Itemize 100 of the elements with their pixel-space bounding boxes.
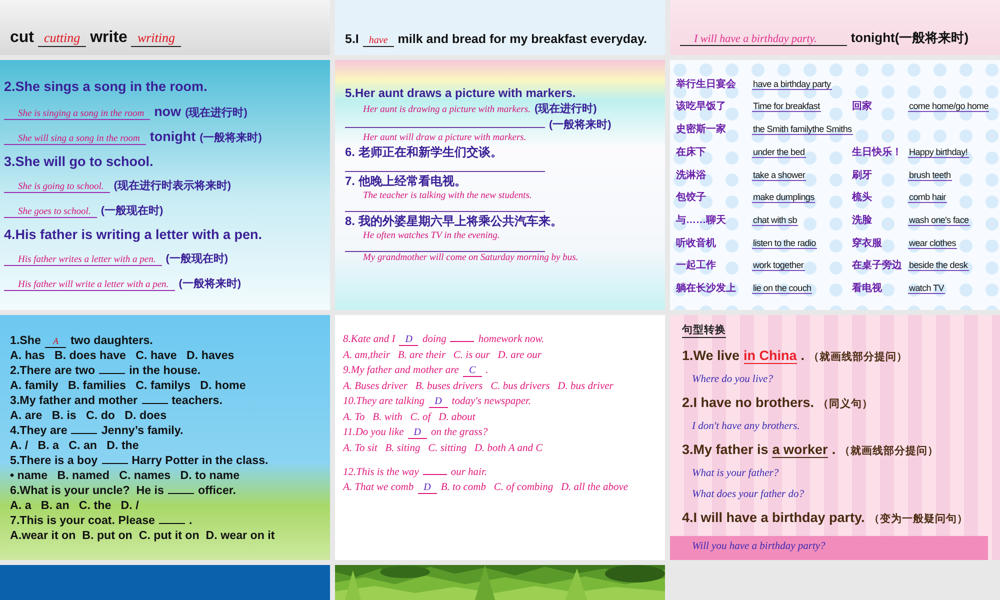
question-text: 4.They are	[10, 422, 68, 438]
note-text: （就画线部分提问）	[840, 444, 939, 458]
chinese-label: 听收音机	[676, 236, 717, 250]
note-text: (一般现在时)	[100, 204, 164, 218]
slide[interactable]: 5.I have milk and bread for my breakfast everyday.	[335, 0, 665, 55]
question-text: in the house.	[129, 362, 201, 378]
question-text: .	[800, 348, 805, 363]
question-text: .	[832, 442, 836, 457]
answer-text: C	[462, 365, 482, 377]
chinese-label: 生日快乐！	[852, 146, 903, 159]
question-text: 8.Kate and I	[343, 334, 396, 345]
answer-text: D	[399, 334, 418, 346]
answer-text: Her aunt is drawing a picture with markers.	[362, 105, 530, 115]
answer-text: watch TV	[908, 283, 945, 294]
chinese-label: 与……聊天	[676, 214, 727, 228]
underlined-text: a worker	[772, 442, 828, 458]
answer-text: come home/go home	[908, 101, 990, 112]
underlined-text: in China	[744, 348, 797, 364]
question-text: 6.What is your uncle? He is	[10, 482, 164, 498]
answer-text: He often watches TV in the evening.	[362, 231, 500, 241]
answer-text: writing	[131, 30, 182, 47]
chinese-label: 在桌子旁边	[852, 258, 903, 272]
chinese-label: 穿衣服	[852, 236, 883, 250]
chinese-label: 一起工作	[676, 258, 717, 272]
slide[interactable]	[670, 315, 1000, 560]
note-text: (现在进行时)	[534, 102, 597, 116]
answer-text: brush teeth	[908, 170, 952, 181]
chinese-label: 回家	[852, 99, 873, 114]
answer-text: listen to the radio	[752, 238, 817, 249]
question-text: homework now.	[478, 334, 544, 345]
answer-text: Happy birthday!	[908, 146, 969, 158]
answer-text: The teacher is talking with the new students.	[362, 191, 532, 201]
question-text: teachers.	[172, 392, 222, 408]
chinese-label: 该吃早饭了	[676, 100, 727, 114]
note-text: (一般将来时)	[549, 118, 612, 132]
question-text: cut	[10, 29, 34, 47]
question-text: our hair.	[450, 467, 488, 478]
answer-text: She will sing a song in the room	[4, 134, 146, 145]
question-text: tonight	[150, 128, 196, 144]
answer-text: My grandmother will come on Saturday morning by bus.	[362, 253, 578, 263]
question-text: 10.They are talking	[343, 396, 425, 407]
question-text: .	[188, 512, 192, 528]
answer-text: lie on the couch	[752, 283, 812, 294]
answer-text: work together	[752, 260, 805, 272]
question-text: A. are B. is C. do D. does	[10, 408, 167, 422]
question-text: 7.This is your coat. Please	[10, 512, 155, 528]
question-text: A. To B. with C. of D. about	[343, 412, 476, 423]
question-text: .	[486, 365, 488, 376]
question-text: B. to comb C. of combing D. all the above	[440, 482, 628, 493]
answer-text: What is your father?	[691, 468, 780, 479]
chinese-label: 包饺子	[676, 190, 707, 204]
slide[interactable]: cut cutting write writing	[0, 0, 330, 55]
question-text: two daughters.	[70, 332, 153, 348]
slide[interactable]	[670, 60, 1000, 310]
question-text: 3.My father and mother	[10, 392, 138, 408]
question-text: 9.My father and mother are	[343, 365, 459, 376]
answer-text: chat with sb	[752, 215, 798, 226]
answer-text: Her aunt will draw a picture with markers.	[362, 133, 526, 143]
chinese-label: 梳头	[852, 190, 873, 204]
answer-text: cutting	[38, 30, 86, 47]
answer-text: Time for breakfast	[752, 101, 821, 112]
question-text: A. a B. an C. the D. /	[10, 498, 139, 512]
chinese-label: 史密斯一家	[676, 122, 727, 136]
chinese-label: 刷牙	[852, 168, 873, 182]
note-text: (一般将来时)	[200, 130, 262, 145]
question-text: A. / B. a C. an D. the	[10, 438, 139, 452]
note-text: (现在进行时表示将来时)	[114, 178, 232, 194]
answer-text: She is going to school.	[4, 182, 110, 194]
slide[interactable]: I will have a birthday party. tonight(一般将来时)	[670, 0, 1000, 55]
chinese-label: 在床下	[676, 145, 707, 159]
answer-band: Will you have a birthday party?	[670, 536, 988, 560]
note-text: (一般将来时)	[178, 276, 242, 291]
note-text: (一般现在时)	[166, 252, 228, 266]
question-text: on the grass?	[430, 427, 488, 438]
question-text: 3.She will go to school.	[4, 154, 154, 170]
chinese-label: 躺在长沙发上	[676, 282, 737, 296]
question-text: 4.His father is writing a letter with a pen.	[4, 227, 262, 242]
answer-text: beside the desk	[908, 260, 969, 272]
question-text: 5.There is a boy	[10, 452, 98, 468]
chinese-label: 洗脸	[852, 214, 873, 228]
question-text: A. family B. families C. familys D. home	[10, 378, 246, 392]
slide[interactable]	[0, 315, 330, 560]
question-text: milk and bread for my breakfast everyday.	[398, 32, 647, 46]
question-text: • name B. named C. names D. to name	[10, 468, 240, 482]
question-text: now	[154, 104, 182, 119]
question-text: 7. 他晚上经常看电视。	[345, 173, 466, 190]
question-text: 6. 老师正在和新学生们交谈。	[345, 144, 502, 161]
slide[interactable]	[0, 60, 330, 310]
question-text: 1.She	[10, 332, 41, 348]
answer-text: D	[418, 482, 437, 494]
note-text: （变为一般疑问句）	[868, 512, 968, 526]
question-text: 4.I will have a birthday party.	[682, 510, 865, 525]
question-text: 8. 我的外婆星期六早上将乘公共汽车来。	[345, 213, 562, 230]
slide[interactable]	[335, 60, 665, 310]
answer-text: have a birthday party	[752, 78, 832, 90]
answer-text: make dumplings	[752, 192, 816, 204]
question-text: 2.There are two	[10, 362, 96, 378]
answer-text: wear clothes	[908, 238, 957, 249]
question-text: 12.This is the way	[343, 467, 419, 478]
question-text: write	[90, 29, 128, 47]
